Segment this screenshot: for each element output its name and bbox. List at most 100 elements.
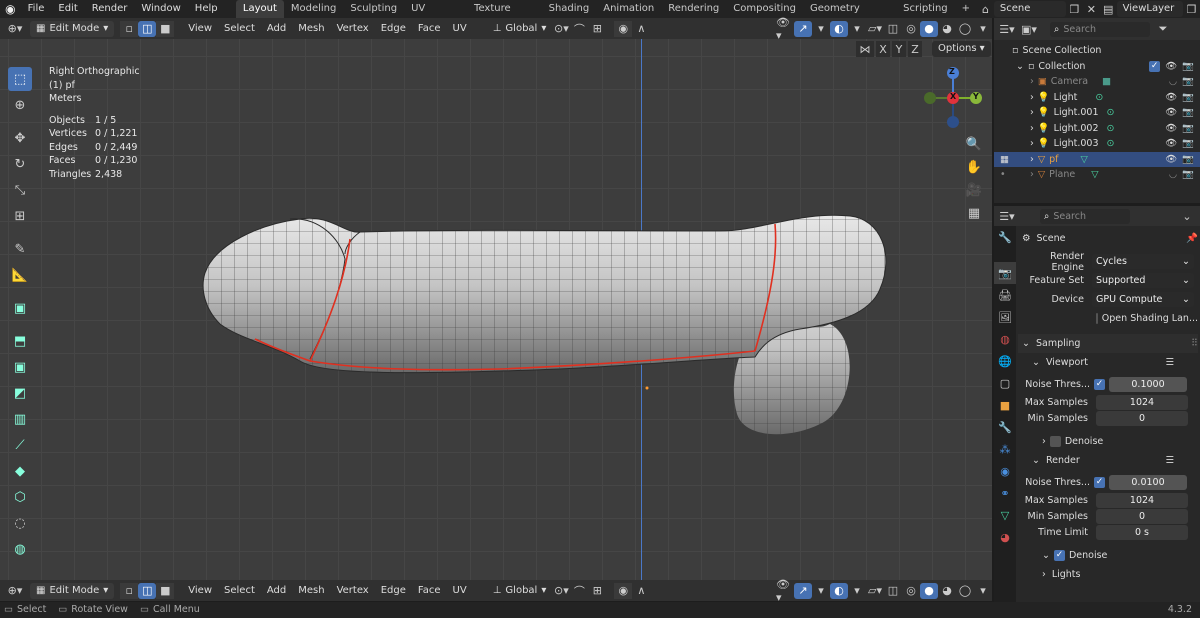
chevron-down-icon[interactable]: ⌄ bbox=[1016, 61, 1024, 72]
render-time-field[interactable]: 0 s bbox=[1096, 524, 1188, 540]
face-select-icon[interactable]: ■ bbox=[156, 20, 175, 37]
render-denoise-checkbox[interactable]: ✓ bbox=[1053, 550, 1065, 561]
eye-icon[interactable]: 👁 bbox=[1165, 138, 1177, 149]
viewport-denoise-checkbox[interactable] bbox=[1049, 436, 1061, 447]
render-noise-checkbox[interactable]: ✓ bbox=[1094, 477, 1105, 488]
menu-uv[interactable]: UV bbox=[447, 21, 473, 37]
display-mode-icon[interactable]: ▣▾ bbox=[1020, 21, 1038, 37]
tab-layout[interactable]: Layout bbox=[235, 0, 284, 18]
tab-scripting[interactable]: Scripting bbox=[896, 0, 954, 18]
pin-icon[interactable]: 📌 bbox=[1186, 233, 1198, 244]
tab-uv-editing[interactable]: UV Editing bbox=[404, 0, 467, 32]
outliner-editor-icon[interactable]: ☰▾ bbox=[998, 21, 1016, 37]
mode-selector[interactable]: ▦ Edit Mode ▾ bbox=[30, 20, 115, 37]
visibility-icon[interactable]: 👁▾ bbox=[776, 16, 794, 42]
tab-rendering[interactable]: Rendering bbox=[661, 0, 726, 18]
outliner-search[interactable]: ⌕ Search bbox=[1050, 21, 1150, 37]
camera-render-icon[interactable]: 📷 bbox=[1182, 123, 1194, 134]
chevron-right-icon[interactable]: › bbox=[1030, 169, 1034, 180]
solid-shading-icon[interactable]: ● bbox=[920, 20, 938, 37]
shading-dropdown-icon[interactable]: ▾ bbox=[974, 583, 992, 599]
solid-shading-icon[interactable]: ● bbox=[920, 582, 938, 599]
render-tab-icon[interactable]: 📷 bbox=[994, 262, 1016, 284]
menu-view[interactable]: View bbox=[182, 583, 218, 599]
copy-icon[interactable]: ❐ bbox=[1066, 1, 1083, 17]
camera-view-icon[interactable]: 🎥 bbox=[964, 180, 984, 200]
camera-render-icon[interactable]: 📷 bbox=[1182, 107, 1194, 118]
camera-render-icon[interactable]: 📷 bbox=[1182, 92, 1194, 103]
copy-icon-2[interactable]: ❐ bbox=[1183, 1, 1200, 17]
render-noise-field[interactable]: 0.0100 bbox=[1109, 475, 1187, 490]
rendered-shading-icon[interactable]: ◯ bbox=[956, 21, 974, 37]
menu-mesh[interactable]: Mesh bbox=[292, 583, 330, 599]
snap-icon[interactable]: ⌒ bbox=[570, 583, 588, 599]
menu-mesh[interactable]: Mesh bbox=[292, 21, 330, 37]
camera-render-icon[interactable]: 📷 bbox=[1182, 61, 1194, 72]
xray-icon[interactable]: ◫ bbox=[884, 583, 902, 599]
list-icon[interactable]: ☰ bbox=[1165, 455, 1174, 466]
face-select-icon[interactable]: ■ bbox=[156, 582, 175, 599]
chevron-right-icon[interactable]: › bbox=[1030, 154, 1034, 165]
viewport-subpanel-header[interactable]: ⌄ Viewport ☰ bbox=[1018, 353, 1198, 372]
viewport-max-field[interactable]: 1024 bbox=[1096, 394, 1188, 410]
blender-logo-icon[interactable]: ◉ bbox=[0, 1, 21, 17]
falloff-icon[interactable]: ∧ bbox=[632, 583, 650, 599]
gizmo-dropdown-icon[interactable]: ▾ bbox=[812, 583, 830, 599]
mesh-overlay-icon[interactable]: ▱▾ bbox=[866, 21, 884, 37]
outliner-item-pf[interactable]: ▦ › ▽ pf ▽ 👁 📷 bbox=[994, 151, 1200, 167]
menu-add[interactable]: Add bbox=[261, 583, 292, 599]
mode-selector[interactable]: ▦ Edit Mode ▾ bbox=[30, 582, 115, 599]
viewport-denoise-row[interactable]: › Denoise bbox=[1018, 432, 1198, 451]
pivot-icon[interactable]: ⊙▾ bbox=[552, 21, 570, 37]
chevron-right-icon[interactable]: › bbox=[1030, 138, 1034, 149]
camera-render-icon[interactable]: 📷 bbox=[1182, 154, 1194, 165]
navigation-gizmo[interactable]: Z Y X bbox=[918, 65, 988, 135]
menu-edit[interactable]: Edit bbox=[51, 0, 84, 18]
transform-orientation[interactable]: ⊥ Global ▾ bbox=[487, 21, 553, 37]
collapse-icon[interactable]: ⌄ bbox=[1178, 208, 1196, 224]
camera-render-icon[interactable]: 📷 bbox=[1182, 138, 1194, 149]
render-min-field[interactable]: 0 bbox=[1096, 508, 1188, 524]
eye-hidden-icon[interactable]: ◡ bbox=[1169, 169, 1177, 180]
transform-orientation[interactable]: ⊥ Global ▾ bbox=[487, 583, 553, 599]
menu-face[interactable]: Face bbox=[412, 21, 447, 37]
menu-uv[interactable]: UV bbox=[447, 583, 473, 599]
render-denoise-row[interactable]: ⌄ ✓ Denoise bbox=[1018, 546, 1198, 565]
tab-sculpting[interactable]: Sculpting bbox=[343, 0, 404, 18]
view-layer-selector[interactable]: ViewLayer bbox=[1116, 1, 1184, 17]
data-tab-icon[interactable]: ▽ bbox=[994, 504, 1016, 526]
eye-icon[interactable]: 👁 bbox=[1165, 154, 1177, 165]
view-layer-icon[interactable]: ▤ bbox=[1100, 1, 1117, 17]
proportional-edit-icon[interactable]: ◉ bbox=[614, 20, 633, 37]
render-subpanel-header[interactable]: ⌄ Render ☰ bbox=[1018, 451, 1198, 470]
snap-target-icon[interactable]: ⊞ bbox=[588, 21, 606, 37]
tab-geometry-nodes[interactable]: Geometry Nodes bbox=[803, 0, 896, 32]
pivot-icon[interactable]: ⊙▾ bbox=[552, 583, 570, 599]
filter-icon[interactable]: ⏷ bbox=[1154, 21, 1172, 37]
viewport-noise-field[interactable]: 0.1000 bbox=[1109, 377, 1187, 392]
3d-viewport[interactable]: ⋈ X Y Z Options ▾ ⬚ ⊕ ✥ ↻ ⤡ ⊞ ✎ 📐 ▣ ⬒ ▣ ◩… bbox=[0, 39, 992, 580]
mesh-model[interactable] bbox=[0, 39, 992, 580]
menu-select[interactable]: Select bbox=[218, 583, 261, 599]
scene-selector[interactable]: Scene bbox=[993, 1, 1066, 17]
visibility-icon[interactable]: 👁▾ bbox=[776, 578, 794, 604]
world-tab-icon[interactable]: 🌐 bbox=[994, 350, 1016, 372]
overlay-dropdown-icon[interactable]: ▾ bbox=[848, 21, 866, 37]
vertex-select-icon[interactable]: ▫ bbox=[120, 582, 139, 599]
material-shading-icon[interactable]: ◕ bbox=[938, 583, 956, 599]
render-engine-dropdown[interactable]: Cycles ⌄ bbox=[1092, 254, 1194, 269]
open-shading-checkbox[interactable] bbox=[1096, 313, 1098, 324]
overlay-icon[interactable]: ◐ bbox=[830, 20, 848, 37]
material-shading-icon[interactable]: ◕ bbox=[938, 21, 956, 37]
scene-icon[interactable]: ⌂ bbox=[977, 1, 994, 17]
properties-search[interactable]: ⌕ Search bbox=[1040, 208, 1130, 224]
outliner-item-light-001[interactable]: › 💡 Light.001 ⊙ 👁 📷 bbox=[994, 105, 1200, 121]
menu-render[interactable]: Render bbox=[85, 0, 135, 18]
xray-icon[interactable]: ◫ bbox=[884, 21, 902, 37]
chevron-right-icon[interactable]: › bbox=[1030, 123, 1034, 134]
constraints-tab-icon[interactable]: ⚭ bbox=[994, 482, 1016, 504]
tab-texture-paint[interactable]: Texture Paint bbox=[467, 0, 542, 32]
ortho-grid-icon[interactable]: ▦ bbox=[964, 203, 984, 223]
add-workspace-button[interactable]: + bbox=[955, 0, 977, 18]
overlay-icon[interactable]: ◐ bbox=[830, 582, 848, 599]
